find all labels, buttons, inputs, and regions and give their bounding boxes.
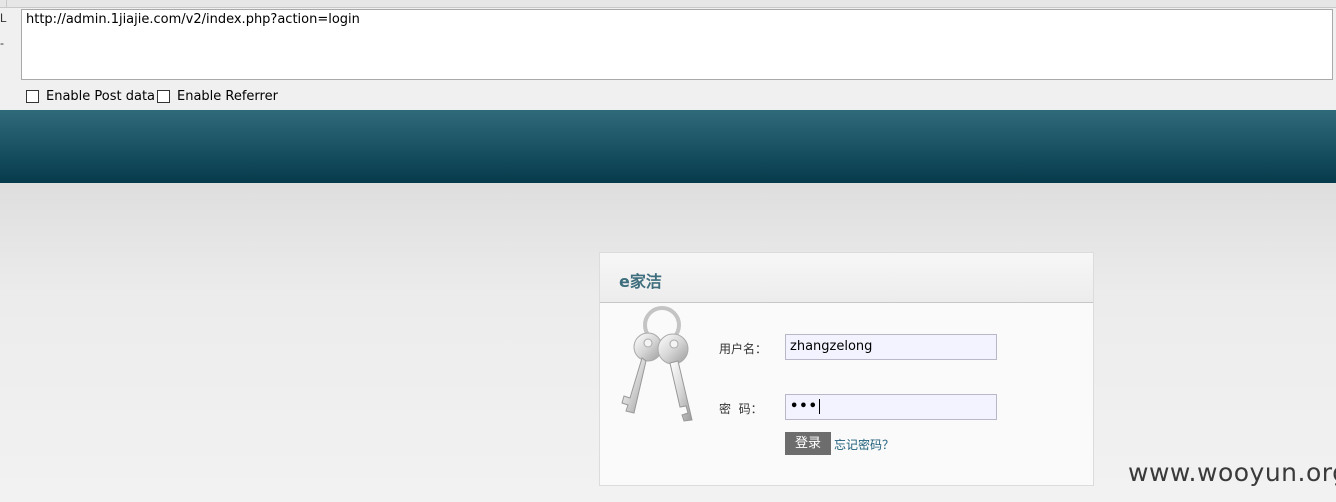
hackbar-panel: L - http://admin.1jiajie.com/v2/index.ph… <box>0 0 1336 111</box>
password-dots: ••• <box>790 399 818 414</box>
login-panel-header: e家洁 <box>600 253 1093 303</box>
toolbar-top-strip <box>0 0 1336 8</box>
enable-post-data-label: Enable Post data <box>46 89 156 104</box>
side-mark-l: L <box>0 11 7 25</box>
enable-post-data-checkbox[interactable]: Enable Post data <box>26 89 155 104</box>
url-textarea[interactable]: http://admin.1jiajie.com/v2/index.php?ac… <box>21 9 1333 80</box>
forgot-password-link[interactable]: 忘记密码？ <box>834 436 894 453</box>
enable-referrer-label: Enable Referrer <box>177 89 278 104</box>
side-mark-dash: - <box>0 36 4 50</box>
site-title: e家洁 <box>619 272 662 291</box>
password-label: 密 码： <box>719 402 763 416</box>
keys-icon <box>621 306 693 422</box>
watermark: www.wooyun.org <box>1128 458 1336 487</box>
checkbox-box[interactable] <box>157 90 170 103</box>
login-button[interactable]: 登录 <box>785 432 831 455</box>
enable-referrer-checkbox[interactable]: Enable Referrer <box>157 89 278 104</box>
text-caret <box>818 399 820 414</box>
login-panel: e家洁 用户名： zhangzelong 密 码： ••• 登录 忘记密码？ <box>599 252 1094 486</box>
username-label: 用户名： <box>719 342 768 356</box>
checkbox-box[interactable] <box>26 90 39 103</box>
username-input[interactable]: zhangzelong <box>785 334 997 360</box>
site-header-banner <box>0 110 1336 183</box>
password-input[interactable]: ••• <box>785 394 997 420</box>
